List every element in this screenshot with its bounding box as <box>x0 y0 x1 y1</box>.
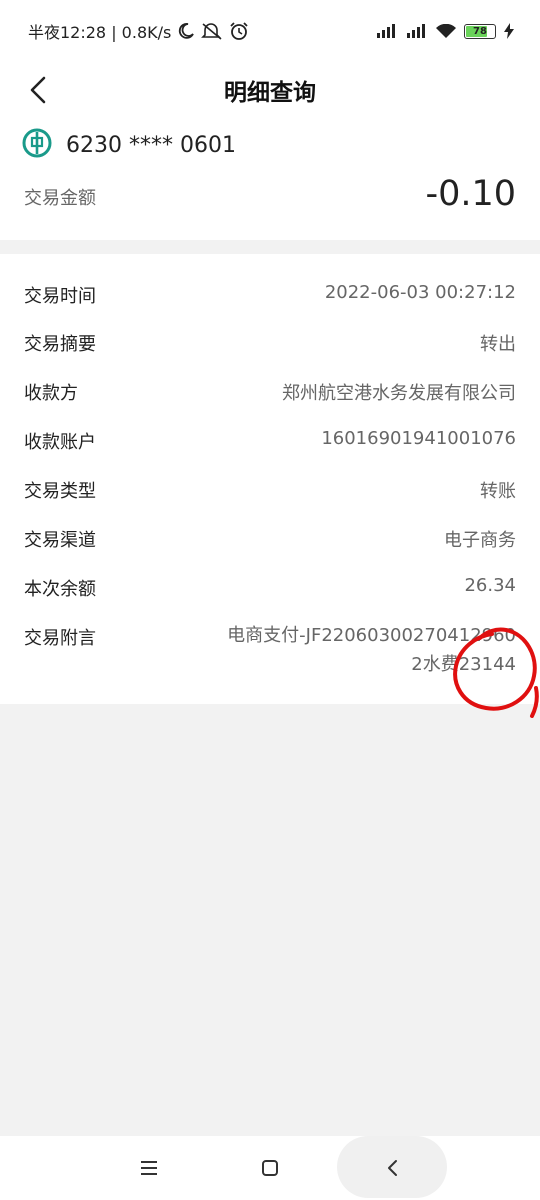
detail-label: 收款账户 <box>24 432 96 453</box>
nav-back-button[interactable] <box>337 1136 447 1200</box>
detail-row-channel: 交易渠道 电子商务 <box>0 526 540 556</box>
abc-bank-logo <box>22 128 52 162</box>
status-time: 半夜12:28 | 0.8K/s <box>28 23 172 42</box>
detail-label: 交易渠道 <box>24 530 96 551</box>
silent-icon <box>201 22 223 40</box>
amount-label: 交易金额 <box>24 188 96 209</box>
wifi-icon <box>436 23 456 39</box>
detail-label: 交易时间 <box>24 286 96 307</box>
detail-value: 26.34 <box>464 575 516 596</box>
detail-label: 交易摘要 <box>24 334 96 355</box>
alarm-icon <box>229 21 249 41</box>
status-bar: 半夜12:28 | 0.8K/s 78 <box>0 0 540 62</box>
red-circle-annotation <box>453 627 539 718</box>
detail-row-summary: 交易摘要 转出 <box>0 330 540 360</box>
account-card: 6230 **** 0601 交易金额 -0.10 <box>0 118 540 240</box>
detail-label: 收款方 <box>24 383 78 404</box>
detail-row-payee: 收款方 郑州航空港水务发展有限公司 <box>0 379 540 409</box>
detail-value: 2022-06-03 00:27:12 <box>324 282 516 303</box>
app-bar: 明细查询 <box>0 62 540 118</box>
menu-button[interactable] <box>94 1136 204 1200</box>
signal-icon <box>406 24 428 38</box>
battery-level: 78 <box>473 25 487 37</box>
system-nav-bar <box>0 1136 540 1200</box>
page-title: 明细查询 <box>224 80 316 106</box>
detail-row-time: 交易时间 2022-06-03 00:27:12 <box>0 282 540 312</box>
account-number: 6230 **** 0601 <box>66 132 236 158</box>
home-square-icon <box>262 1160 278 1176</box>
detail-value: 转出 <box>480 334 516 355</box>
detail-value: 电子商务 <box>444 530 516 551</box>
home-button[interactable] <box>215 1136 325 1200</box>
detail-label: 本次余额 <box>24 579 96 600</box>
moon-icon <box>177 22 195 40</box>
charging-icon <box>504 23 514 39</box>
detail-value: 郑州航空港水务发展有限公司 <box>282 383 516 404</box>
battery-icon: 78 <box>464 23 496 39</box>
amount-value: -0.10 <box>425 174 516 214</box>
detail-row-type: 交易类型 转账 <box>0 477 540 507</box>
detail-row-payee-account: 收款账户 16016901941001076 <box>0 428 540 458</box>
detail-label: 交易类型 <box>24 481 96 502</box>
detail-row-balance: 本次余额 26.34 <box>0 575 540 605</box>
back-chevron-icon <box>388 1160 397 1176</box>
detail-value: 16016901941001076 <box>321 428 516 449</box>
detail-label: 交易附言 <box>24 628 96 649</box>
signal-icon <box>376 24 398 38</box>
chevron-left-icon <box>30 76 46 104</box>
menu-icon <box>141 1161 157 1175</box>
detail-value: 转账 <box>480 481 516 502</box>
back-button[interactable] <box>18 70 58 110</box>
